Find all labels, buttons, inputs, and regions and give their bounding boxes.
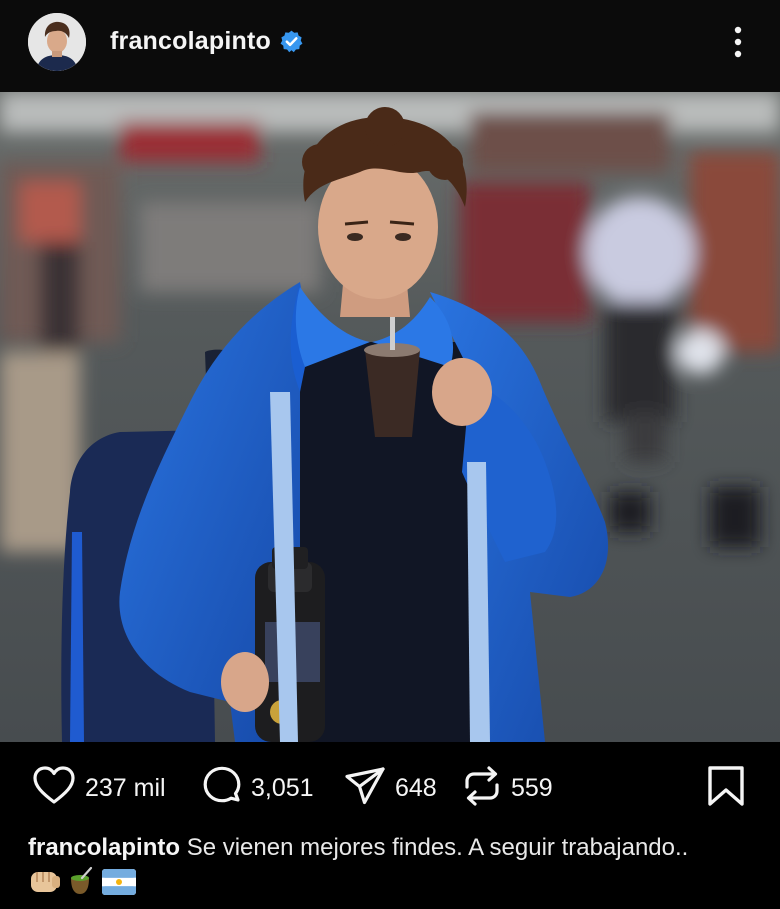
caption-username[interactable]: francolapinto [28,834,180,861]
comment-action[interactable]: 3,051 [200,764,330,808]
comments-count[interactable]: 3,051 [251,774,314,803]
avatar-image [28,13,86,71]
bookmark-icon[interactable] [706,764,746,808]
share-action[interactable]: 648 [343,764,453,808]
verified-badge-icon [280,30,303,53]
comment-icon[interactable] [200,764,244,808]
fist-icon [31,872,60,892]
argentina-flag-icon [102,869,136,895]
more-vertical-icon[interactable] [724,24,752,60]
heart-icon[interactable] [32,764,76,808]
repost-icon[interactable] [460,764,504,808]
send-icon[interactable] [343,764,387,808]
repost-action[interactable]: 559 [460,764,570,808]
action-bar: 237 mil 3,051 648 559 [0,742,780,832]
mate-icon [71,866,93,894]
post-username[interactable]: francolapinto [110,27,271,56]
reposts-count[interactable]: 559 [511,774,553,803]
shares-count[interactable]: 648 [395,774,437,803]
save-action[interactable] [706,764,746,808]
avatar[interactable] [28,13,86,71]
post-caption: francolapinto Se vienen mejores findes. … [28,832,758,864]
caption-text: Se vienen mejores findes. A seguir traba… [186,834,689,861]
likes-count[interactable]: 237 mil [85,774,166,803]
post-image[interactable] [0,92,780,742]
post-photo [0,92,780,742]
post-header: francolapinto [0,0,780,92]
like-action[interactable]: 237 mil [32,764,182,808]
